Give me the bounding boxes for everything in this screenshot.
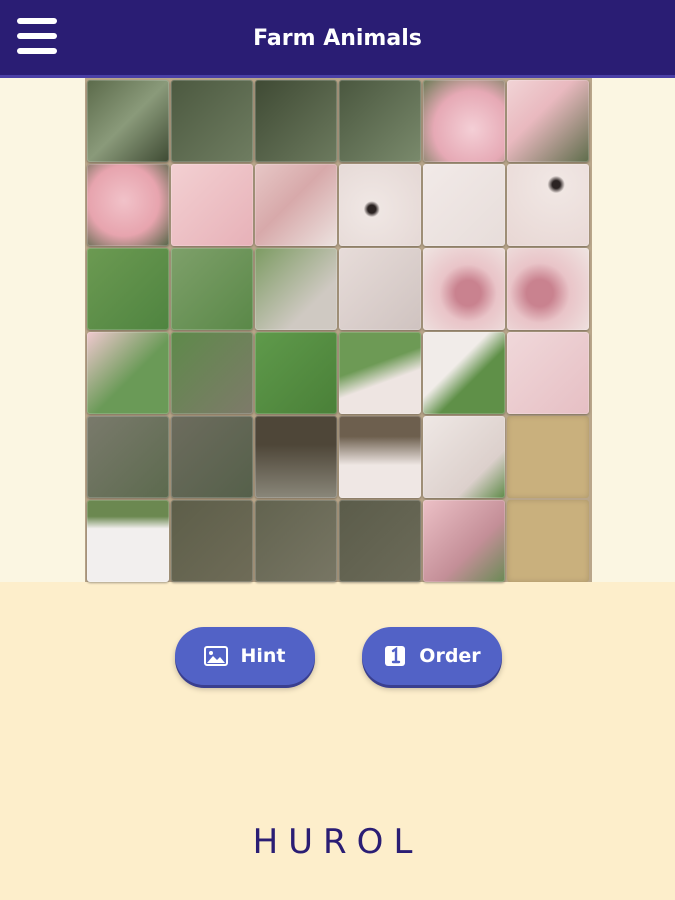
puzzle-tile[interactable] (171, 332, 253, 414)
puzzle-tile[interactable] (255, 164, 337, 246)
puzzle-tile[interactable] (171, 80, 253, 162)
puzzle-tile[interactable] (339, 80, 421, 162)
puzzle-tile[interactable] (507, 332, 589, 414)
page-title: Farm Animals (253, 26, 422, 51)
puzzle-tile[interactable] (507, 248, 589, 330)
puzzle-tile[interactable] (255, 500, 337, 582)
puzzle-tile[interactable] (423, 248, 505, 330)
top-app-bar: Farm Animals (0, 0, 675, 78)
puzzle-tile[interactable] (423, 500, 505, 582)
image-icon (204, 646, 229, 666)
puzzle-tile[interactable] (423, 80, 505, 162)
puzzle-tile[interactable] (171, 500, 253, 582)
puzzle-tile[interactable] (171, 248, 253, 330)
puzzle-tile[interactable] (255, 332, 337, 414)
puzzle-tile[interactable] (87, 80, 169, 162)
puzzle-tile[interactable] (339, 500, 421, 582)
puzzle-tile[interactable] (255, 248, 337, 330)
puzzle-tile[interactable] (507, 164, 589, 246)
puzzle-tile[interactable] (423, 164, 505, 246)
puzzle-tile[interactable] (423, 332, 505, 414)
hint-button-label: Hint (240, 645, 286, 667)
puzzle-tile[interactable] (339, 164, 421, 246)
puzzle-tile[interactable] (87, 500, 169, 582)
puzzle-tile[interactable] (87, 164, 169, 246)
puzzle-tile[interactable] (423, 416, 505, 498)
puzzle-tile[interactable] (339, 248, 421, 330)
puzzle-empty-slot (507, 500, 589, 582)
puzzle-tile[interactable] (171, 416, 253, 498)
puzzle-tile[interactable] (507, 80, 589, 162)
puzzle-tile[interactable] (339, 332, 421, 414)
puzzle-tile[interactable] (339, 416, 421, 498)
puzzle-board (85, 78, 592, 582)
order-button[interactable]: Order (362, 627, 502, 685)
puzzle-tile[interactable] (87, 248, 169, 330)
puzzle-tile[interactable] (255, 80, 337, 162)
puzzle-tile[interactable] (87, 332, 169, 414)
puzzle-tile[interactable] (87, 416, 169, 498)
puzzle-empty-slot (507, 416, 589, 498)
puzzle-tile[interactable] (171, 164, 253, 246)
order-button-label: Order (419, 645, 481, 667)
number-one-icon (385, 646, 406, 666)
puzzle-tile[interactable] (255, 416, 337, 498)
hint-button[interactable]: Hint (175, 627, 315, 685)
brand-logo: HUROL (252, 822, 423, 862)
